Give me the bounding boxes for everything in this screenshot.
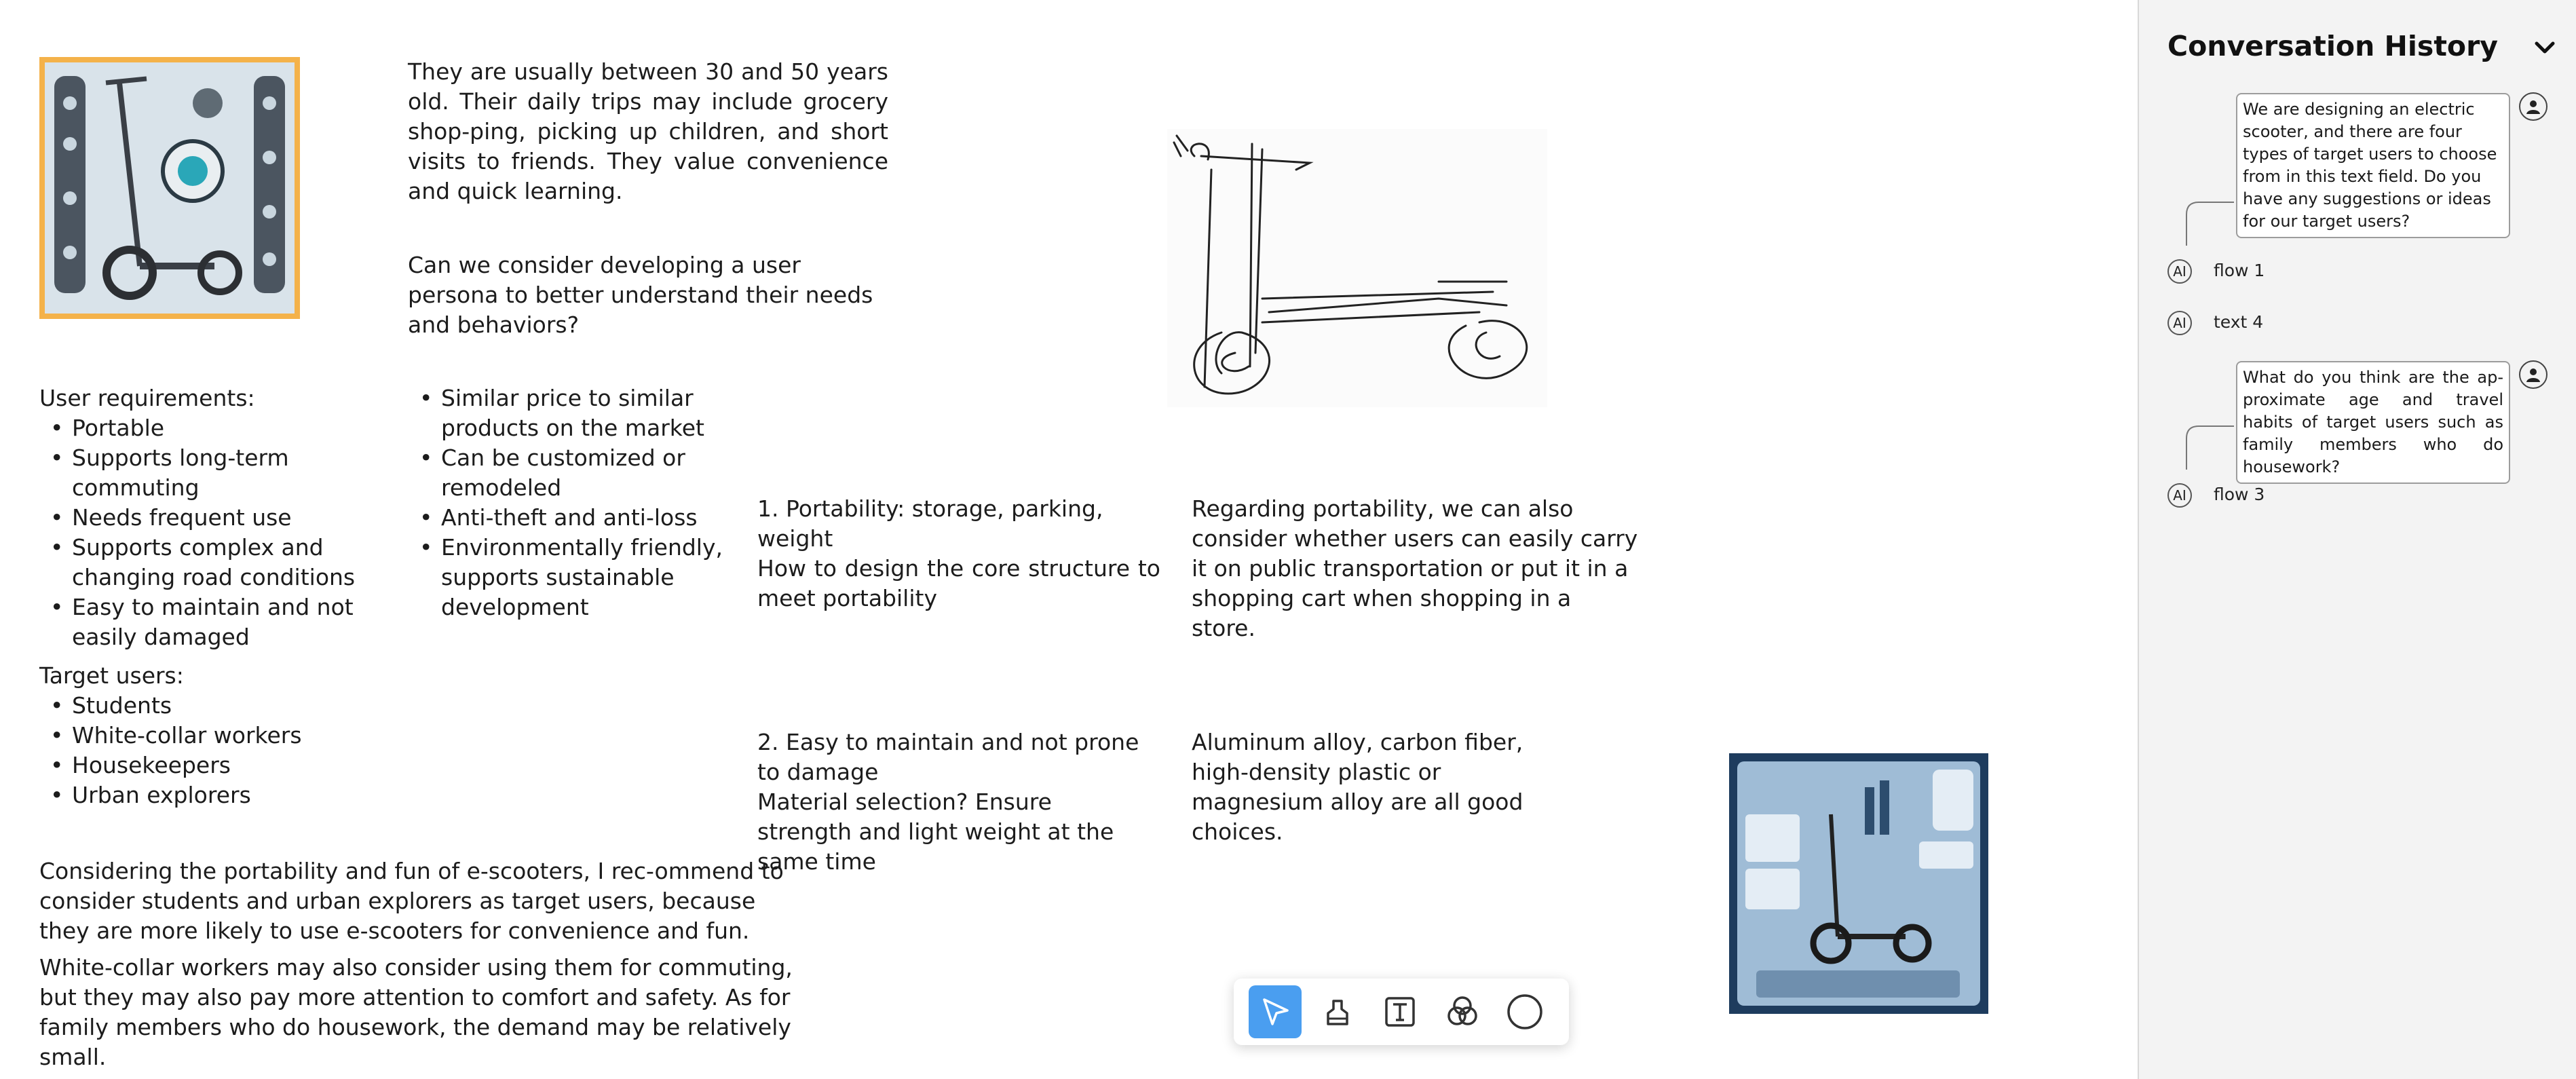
text-icon [1385,997,1415,1027]
list-item: White-collar workers [50,721,392,751]
maintenance-point: 2. Easy to maintain and not prone to dam… [757,729,1139,785]
text-tool-button[interactable] [1374,985,1426,1038]
user-requirements-note-col2[interactable]: Similar price to similar products on the… [409,383,782,622]
list-item: Anti-theft and anti-loss [419,503,782,533]
list-item: Urban explorers [50,780,392,810]
connector-line [2186,425,2234,470]
select-tool-button[interactable] [1249,985,1302,1038]
scooter-infographic-image[interactable] [1729,753,1988,1014]
canvas-toolbar [1234,979,1569,1045]
recommendation-note-2[interactable]: White-collar workers may also consider u… [39,953,806,1072]
list-item: Students [50,691,392,721]
ai-badge-icon: AI [2167,259,2192,284]
blend-circles-icon [1447,996,1477,1025]
sketch-drawing [1173,134,1528,395]
circle-icon [1507,994,1542,1029]
portability-point: 1. Portability: storage, parking, weight [757,495,1103,552]
history-item-flow-1[interactable]: flow 1 [2214,261,2265,280]
user-message-bubble[interactable]: We are designing an electric scooter, an… [2236,93,2510,238]
target-users-note[interactable]: Target users: Students White-collar work… [39,661,392,810]
list-item: Can be customized or remodeled [419,443,782,503]
chevron-down-icon[interactable] [2531,34,2558,61]
list-item: Housekeepers [50,751,392,780]
circle-tool-button[interactable] [1498,985,1551,1038]
conversation-history-panel: Conversation History We are designing an… [2138,0,2576,1079]
target-users-list: Students White-collar workers Housekeepe… [39,691,392,810]
history-item-flow-3[interactable]: flow 3 [2214,485,2265,504]
user-message-bubble[interactable]: What do you think are the ap-proximate a… [2236,361,2510,484]
user-avatar-icon [2519,92,2547,121]
blend-tool-button[interactable] [1436,985,1489,1038]
connector-line [2186,202,2234,246]
cursor-icon [1263,998,1289,1025]
persona-question-note[interactable]: Can we consider developing a user person… [408,250,896,340]
scooter-render-graphic [45,62,295,314]
list-item: Portable [50,413,406,443]
portability-point-note[interactable]: 1. Portability: storage, parking, weight… [757,494,1160,613]
eraser-tool-button[interactable] [1311,985,1364,1038]
maintenance-reply-note[interactable]: Aluminum alloy, carbon fiber, high-densi… [1192,727,1572,847]
target-users-heading: Target users: [39,662,184,689]
maintenance-point-note[interactable]: 2. Easy to maintain and not prone to dam… [757,727,1151,877]
history-item-text-4[interactable]: text 4 [2214,312,2263,332]
scooter-sketch[interactable] [1167,129,1547,407]
ai-badge-icon: AI [2167,311,2192,335]
scooter-concept-image[interactable] [39,57,300,319]
eraser-icon [1327,1000,1348,1025]
list-item: Supports long-term commuting [50,443,406,503]
requirements-heading: User requirements: [39,385,255,411]
infographic-graphic [1729,753,1988,1014]
recommendation-note[interactable]: Considering the portability and fun of e… [39,856,793,946]
portability-question: How to design the core structure to meet… [757,555,1160,611]
list-item: Needs frequent use [50,503,406,533]
list-item: Similar price to similar products on the… [419,383,782,443]
ai-badge-icon: AI [2167,483,2192,508]
user-requirements-note[interactable]: User requirements: Portable Supports lon… [39,383,406,652]
maintenance-question: Material selection? Ensure strength and … [757,789,1114,875]
portability-reply-note[interactable]: Regarding portability, we can also consi… [1192,494,1640,643]
persona-text-note[interactable]: They are usually between 30 and 50 years… [408,57,888,206]
list-item: Environmentally friendly, supports susta… [419,533,782,622]
user-avatar-icon [2519,360,2547,389]
list-item: Supports complex and changing road condi… [50,533,406,592]
list-item: Easy to maintain and not easily damaged [50,592,406,652]
panel-title: Conversation History [2167,30,2499,62]
requirements-list: Portable Supports long-term commuting Ne… [39,413,406,652]
requirements-list-2: Similar price to similar products on the… [409,383,782,622]
